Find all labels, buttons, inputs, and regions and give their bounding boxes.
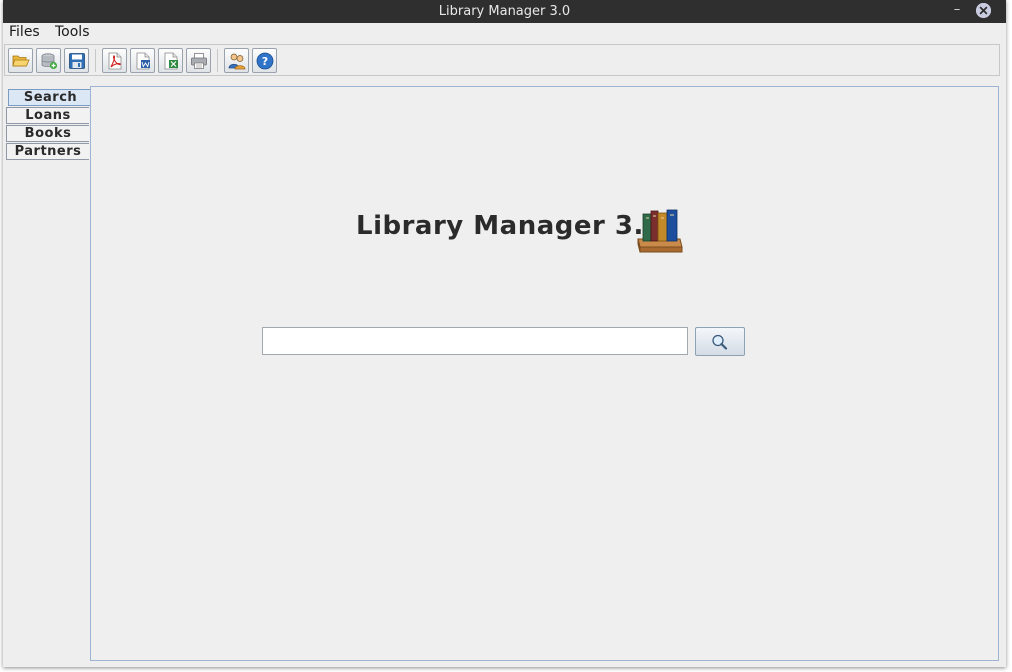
export-excel-icon — [164, 52, 178, 70]
title-bar: Library Manager 3.0 – — [3, 0, 1006, 23]
app-heading: Library Manager 3.0 — [356, 211, 663, 241]
search-button[interactable] — [695, 327, 745, 356]
users-icon — [228, 53, 246, 70]
save-button[interactable] — [64, 48, 89, 73]
tab-partners[interactable]: Partners — [6, 143, 89, 160]
print-button[interactable] — [186, 48, 211, 73]
magnifier-icon — [712, 334, 728, 350]
tab-books[interactable]: Books — [6, 125, 89, 142]
users-button[interactable] — [224, 48, 249, 73]
open-folder-icon — [12, 55, 30, 67]
app-window: Library Manager 3.0 – Files Tools ? Sear… — [3, 0, 1006, 667]
help-button[interactable]: ? — [252, 48, 277, 73]
save-icon — [69, 53, 85, 69]
window-title: Library Manager 3.0 — [438, 4, 571, 19]
new-database-icon — [41, 53, 58, 70]
export-word-icon — [136, 52, 150, 70]
toolbar-separator — [95, 49, 96, 72]
export-pdf-icon — [108, 52, 122, 70]
search-panel: Library Manager 3.0 — [90, 86, 999, 661]
minimize-icon[interactable]: – — [949, 0, 965, 23]
toolbar-separator — [217, 49, 218, 72]
tab-search[interactable]: Search — [8, 89, 93, 106]
close-icon[interactable] — [976, 3, 991, 18]
menu-files[interactable]: Files — [9, 23, 40, 44]
menu-bar: Files Tools — [3, 23, 1006, 44]
print-icon — [191, 53, 207, 69]
svg-text:?: ? — [262, 55, 268, 68]
export-word-button[interactable] — [130, 48, 155, 73]
new-database-button[interactable] — [36, 48, 61, 73]
books-icon — [637, 209, 683, 253]
open-button[interactable] — [8, 48, 33, 73]
menu-tools[interactable]: Tools — [55, 23, 90, 44]
tab-loans[interactable]: Loans — [6, 107, 89, 124]
help-icon: ? — [256, 52, 274, 70]
search-input[interactable] — [262, 327, 688, 355]
export-excel-button[interactable] — [158, 48, 183, 73]
export-pdf-button[interactable] — [102, 48, 127, 73]
toolbar: ? — [4, 44, 1000, 76]
